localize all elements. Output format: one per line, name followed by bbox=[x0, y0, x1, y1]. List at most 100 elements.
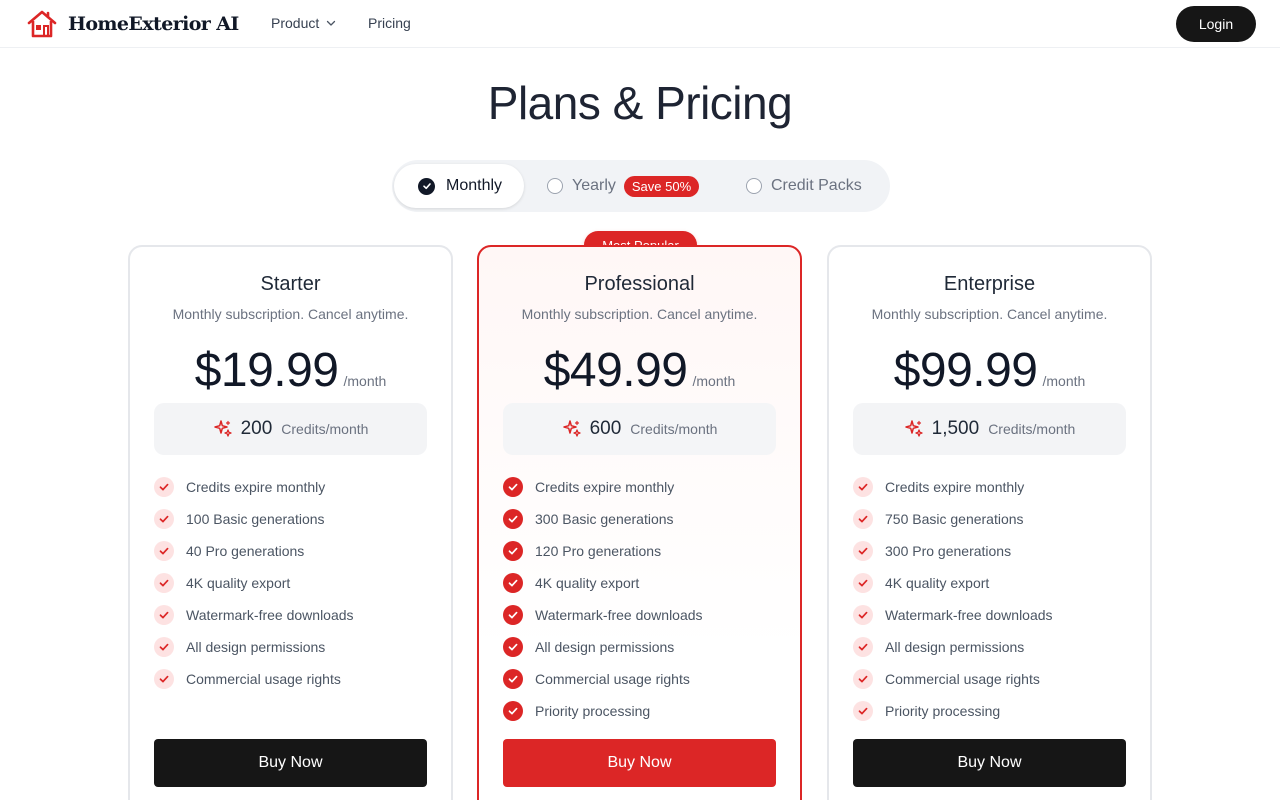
save-badge: Save 50% bbox=[623, 175, 700, 197]
feature-item: Watermark-free downloads bbox=[154, 599, 354, 631]
check-circle-icon bbox=[154, 477, 174, 497]
credits-box: 200 Credits/month bbox=[154, 403, 427, 455]
feature-text: 4K quality export bbox=[885, 575, 990, 591]
feature-text: All design permissions bbox=[885, 639, 1025, 655]
check-circle-icon bbox=[853, 701, 873, 721]
top-navbar: HomeExterior AI Product Pricing Login bbox=[0, 0, 1280, 48]
feature-item: Priority processing bbox=[853, 695, 1053, 727]
feature-text: Watermark-free downloads bbox=[885, 607, 1053, 623]
brand-name: HomeExterior AI bbox=[68, 13, 239, 35]
feature-text: 300 Basic generations bbox=[535, 511, 674, 527]
billing-option-label: Monthly bbox=[446, 177, 503, 194]
feature-item: 4K quality export bbox=[154, 567, 354, 599]
billing-option-label: Yearly bbox=[572, 177, 616, 194]
plan-period: /month bbox=[343, 373, 387, 389]
buy-now-button[interactable]: Buy Now bbox=[154, 739, 427, 787]
check-circle-icon bbox=[154, 637, 174, 657]
check-icon bbox=[422, 183, 431, 190]
check-circle-icon bbox=[154, 509, 174, 529]
radio-empty-icon bbox=[746, 178, 762, 194]
feature-item: Watermark-free downloads bbox=[503, 599, 703, 631]
feature-item: 300 Basic generations bbox=[503, 503, 703, 535]
plan-card-enterprise: Enterprise Monthly subscription. Cancel … bbox=[827, 245, 1152, 800]
feature-item: 750 Basic generations bbox=[853, 503, 1053, 535]
plan-description: Monthly subscription. Cancel anytime. bbox=[871, 306, 1108, 322]
feature-item: Priority processing bbox=[503, 695, 703, 727]
plan-description: Monthly subscription. Cancel anytime. bbox=[172, 306, 409, 322]
check-circle-icon bbox=[853, 573, 873, 593]
credit-unit: Credits/month bbox=[630, 421, 718, 437]
credit-amount: 600 bbox=[589, 418, 622, 439]
plan-description: Monthly subscription. Cancel anytime. bbox=[521, 306, 758, 322]
plan-name: Starter bbox=[260, 273, 321, 295]
brand-logo-link[interactable]: HomeExterior AI bbox=[26, 9, 239, 39]
feature-text: Watermark-free downloads bbox=[535, 607, 703, 623]
feature-item: All design permissions bbox=[503, 631, 703, 663]
radio-empty-icon bbox=[547, 178, 563, 194]
feature-text: Priority processing bbox=[885, 703, 1001, 719]
check-circle-icon bbox=[503, 701, 523, 721]
billing-option-monthly[interactable]: Monthly bbox=[394, 164, 524, 208]
feature-text: Watermark-free downloads bbox=[186, 607, 354, 623]
feature-text: 4K quality export bbox=[186, 575, 291, 591]
check-circle-icon bbox=[853, 541, 873, 561]
feature-list: Credits expire monthly 100 Basic generati… bbox=[154, 471, 354, 695]
feature-item: 300 Pro generations bbox=[853, 535, 1053, 567]
feature-item: 4K quality export bbox=[503, 567, 703, 599]
feature-item: Watermark-free downloads bbox=[853, 599, 1053, 631]
feature-text: All design permissions bbox=[535, 639, 675, 655]
check-circle-icon bbox=[503, 605, 523, 625]
price-row: $49.99 /month bbox=[479, 343, 800, 398]
sparkle-icon bbox=[562, 420, 581, 437]
billing-option-credit-packs[interactable]: Credit Packs bbox=[746, 164, 886, 208]
plan-card-starter: Starter Monthly subscription. Cancel any… bbox=[128, 245, 453, 800]
radio-checked-icon bbox=[418, 177, 435, 195]
plan-price: $99.99 bbox=[893, 344, 1038, 397]
feature-text: 4K quality export bbox=[535, 575, 640, 591]
feature-text: Priority processing bbox=[535, 703, 651, 719]
feature-item: Commercial usage rights bbox=[503, 663, 703, 695]
credit-amount: 200 bbox=[240, 418, 273, 439]
buy-now-button[interactable]: Buy Now bbox=[853, 739, 1126, 787]
nav-pricing-link[interactable]: Pricing bbox=[368, 15, 411, 31]
billing-option-label: Credit Packs bbox=[771, 177, 862, 194]
feature-text: 300 Pro generations bbox=[885, 543, 1012, 559]
feature-text: 40 Pro generations bbox=[186, 543, 305, 559]
feature-list: Credits expire monthly 300 Basic generati… bbox=[503, 471, 703, 727]
feature-item: 4K quality export bbox=[853, 567, 1053, 599]
feature-item: 120 Pro generations bbox=[503, 535, 703, 567]
feature-item: Credits expire monthly bbox=[853, 471, 1053, 503]
feature-item: 40 Pro generations bbox=[154, 535, 354, 567]
nav-product-dropdown[interactable]: Product bbox=[271, 15, 336, 31]
check-circle-icon bbox=[154, 541, 174, 561]
billing-option-yearly[interactable]: Yearly Save 50% bbox=[547, 164, 707, 208]
check-circle-icon bbox=[154, 669, 174, 689]
price-row: $99.99 /month bbox=[829, 343, 1150, 398]
house-icon bbox=[27, 10, 57, 38]
plan-period: /month bbox=[692, 373, 736, 389]
feature-item: Credits expire monthly bbox=[503, 471, 703, 503]
plan-period: /month bbox=[1042, 373, 1086, 389]
feature-text: 120 Pro generations bbox=[535, 543, 662, 559]
feature-text: All design permissions bbox=[186, 639, 326, 655]
check-circle-icon bbox=[154, 605, 174, 625]
check-circle-icon bbox=[503, 669, 523, 689]
feature-text: Commercial usage rights bbox=[885, 671, 1040, 687]
nav-product-label: Product bbox=[271, 15, 320, 31]
check-circle-icon bbox=[853, 477, 873, 497]
buy-now-button[interactable]: Buy Now bbox=[503, 739, 776, 787]
feature-text: Credits expire monthly bbox=[186, 479, 326, 495]
page-title: Plans & Pricing bbox=[487, 77, 793, 129]
check-circle-icon bbox=[853, 605, 873, 625]
feature-item: Commercial usage rights bbox=[853, 663, 1053, 695]
plan-price: $49.99 bbox=[543, 344, 688, 397]
feature-text: Credits expire monthly bbox=[885, 479, 1025, 495]
plan-name: Professional bbox=[584, 273, 695, 295]
credits-box: 1,500 Credits/month bbox=[853, 403, 1126, 455]
feature-item: Commercial usage rights bbox=[154, 663, 354, 695]
feature-item: All design permissions bbox=[853, 631, 1053, 663]
check-circle-icon bbox=[853, 669, 873, 689]
login-button[interactable]: Login bbox=[1176, 6, 1256, 42]
feature-text: Commercial usage rights bbox=[535, 671, 690, 687]
feature-list: Credits expire monthly 750 Basic generati… bbox=[853, 471, 1053, 727]
